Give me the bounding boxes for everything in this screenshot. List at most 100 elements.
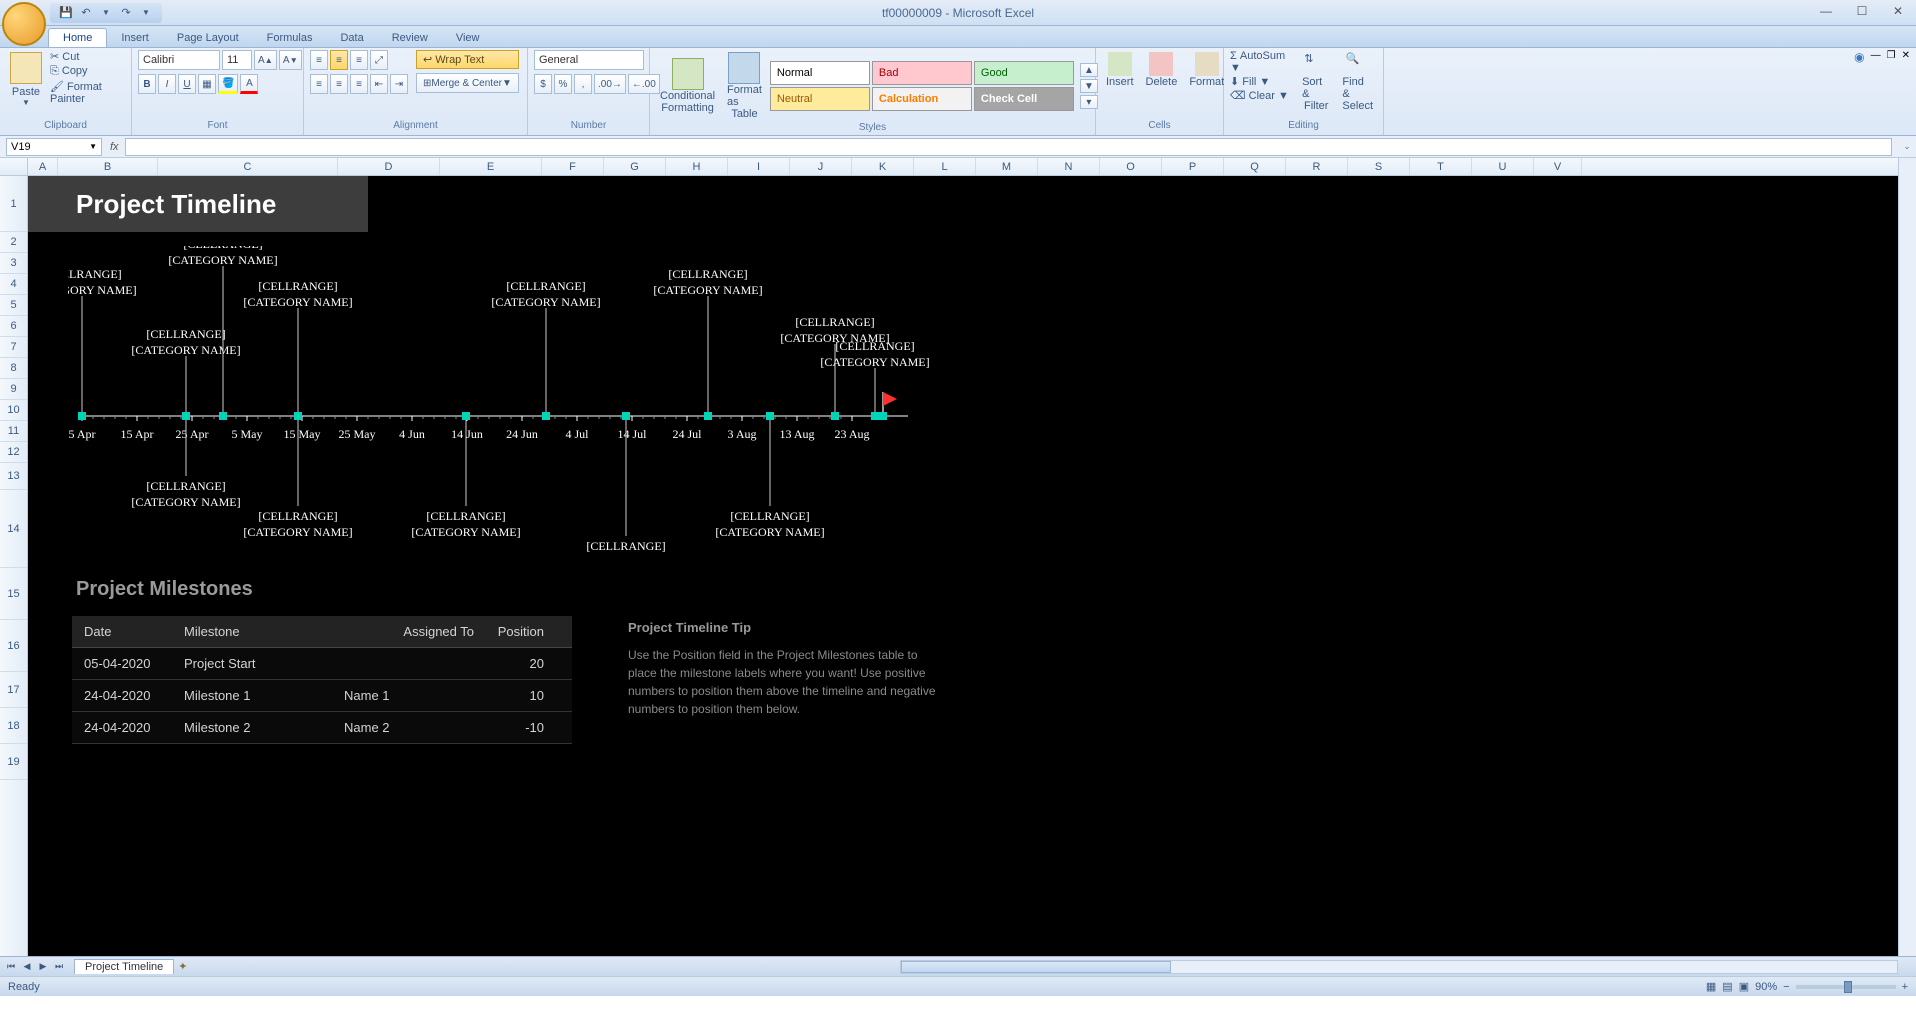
restore-window-icon[interactable]: ❐: [1887, 50, 1896, 64]
find-select-button[interactable]: 🔍Find &Select: [1338, 50, 1377, 114]
col-header-N[interactable]: N: [1038, 158, 1100, 175]
zoom-out-button[interactable]: −: [1783, 981, 1789, 993]
increase-decimal-button[interactable]: .00→: [594, 74, 626, 94]
col-header-U[interactable]: U: [1472, 158, 1534, 175]
col-header-G[interactable]: G: [604, 158, 666, 175]
tab-formulas[interactable]: Formulas: [253, 29, 327, 47]
row-header-13[interactable]: 13: [0, 463, 27, 490]
font-name-input[interactable]: [138, 50, 220, 70]
col-header-T[interactable]: T: [1410, 158, 1472, 175]
delete-cells-button[interactable]: Delete: [1142, 50, 1182, 90]
col-header-Q[interactable]: Q: [1224, 158, 1286, 175]
vertical-scrollbar[interactable]: [1898, 158, 1916, 958]
undo-dropdown-icon[interactable]: ▼: [98, 5, 114, 21]
col-header-A[interactable]: A: [28, 158, 58, 175]
expand-formula-bar-icon[interactable]: ⌄: [1898, 141, 1916, 152]
last-sheet-button[interactable]: ⏭: [52, 960, 66, 974]
col-header-O[interactable]: O: [1100, 158, 1162, 175]
col-header-S[interactable]: S: [1348, 158, 1410, 175]
style-good[interactable]: Good: [974, 61, 1074, 85]
style-neutral[interactable]: Neutral: [770, 87, 870, 111]
bold-button[interactable]: B: [138, 74, 156, 94]
col-header-R[interactable]: R: [1286, 158, 1348, 175]
office-button[interactable]: [2, 2, 46, 46]
row-header-19[interactable]: 19: [0, 744, 27, 780]
style-bad[interactable]: Bad: [872, 61, 972, 85]
increase-indent-button[interactable]: ⇥: [390, 74, 408, 94]
row-header-5[interactable]: 5: [0, 295, 27, 316]
row-header-2[interactable]: 2: [0, 232, 27, 253]
row-header-17[interactable]: 17: [0, 672, 27, 708]
col-header-K[interactable]: K: [852, 158, 914, 175]
col-header-M[interactable]: M: [976, 158, 1038, 175]
table-row[interactable]: 24-04-2020 Milestone 2 Name 2 -10: [72, 712, 572, 744]
italic-button[interactable]: I: [158, 74, 176, 94]
row-header-10[interactable]: 10: [0, 400, 27, 421]
row-header-3[interactable]: 3: [0, 253, 27, 274]
zoom-in-button[interactable]: +: [1902, 981, 1908, 993]
minimize-ribbon-icon[interactable]: —: [1871, 50, 1881, 64]
zoom-level[interactable]: 90%: [1755, 981, 1777, 993]
align-bottom-button[interactable]: ≡: [350, 50, 368, 70]
style-calculation[interactable]: Calculation: [872, 87, 972, 111]
decrease-font-button[interactable]: A▼: [279, 50, 302, 70]
row-header-4[interactable]: 4: [0, 274, 27, 295]
maximize-button[interactable]: ☐: [1848, 2, 1876, 20]
view-page-break-icon[interactable]: ▣: [1739, 980, 1749, 993]
fx-icon[interactable]: fx: [110, 141, 119, 153]
fill-color-button[interactable]: 🪣: [218, 74, 238, 94]
autosum-button[interactable]: Σ AutoSum ▼: [1230, 50, 1294, 74]
increase-font-button[interactable]: A▲: [254, 50, 277, 70]
font-color-button[interactable]: A: [240, 74, 258, 94]
table-row[interactable]: 24-04-2020 Milestone 1 Name 1 10: [72, 680, 572, 712]
help-icon[interactable]: ◉: [1854, 50, 1864, 64]
decrease-indent-button[interactable]: ⇤: [370, 74, 388, 94]
tab-insert[interactable]: Insert: [107, 29, 163, 47]
style-check-cell[interactable]: Check Cell: [974, 87, 1074, 111]
format-cells-button[interactable]: Format: [1185, 50, 1228, 90]
col-header-I[interactable]: I: [728, 158, 790, 175]
name-box[interactable]: V19▼: [6, 138, 102, 156]
row-header-14[interactable]: 14: [0, 490, 27, 568]
style-normal[interactable]: Normal: [770, 61, 870, 85]
new-sheet-icon[interactable]: ✦: [178, 960, 187, 973]
first-sheet-button[interactable]: ⏮: [4, 960, 18, 974]
close-workbook-icon[interactable]: ✕: [1902, 50, 1910, 64]
row-header-8[interactable]: 8: [0, 358, 27, 379]
col-header-F[interactable]: F: [542, 158, 604, 175]
sort-filter-button[interactable]: ⇅Sort &Filter: [1298, 50, 1334, 114]
comma-button[interactable]: ,: [574, 74, 592, 94]
row-header-11[interactable]: 11: [0, 421, 27, 442]
col-header-L[interactable]: L: [914, 158, 976, 175]
cut-button[interactable]: ✂ Cut: [50, 50, 125, 63]
cell-styles-gallery[interactable]: Normal Bad Good Neutral Calculation Chec…: [770, 61, 1074, 111]
row-header-15[interactable]: 15: [0, 568, 27, 620]
insert-cells-button[interactable]: Insert: [1102, 50, 1138, 90]
tab-page-layout[interactable]: Page Layout: [163, 29, 253, 47]
worksheet-grid[interactable]: 12345678910111213141516171819 Project Ti…: [0, 176, 1916, 956]
col-header-J[interactable]: J: [790, 158, 852, 175]
format-as-table-button[interactable]: Format as Table: [723, 50, 766, 122]
row-header-18[interactable]: 18: [0, 708, 27, 744]
orientation-button[interactable]: ⤢: [370, 50, 388, 70]
merge-center-button[interactable]: ⊞ Merge & Center ▼: [416, 73, 519, 93]
col-header-V[interactable]: V: [1534, 158, 1582, 175]
tab-data[interactable]: Data: [326, 29, 377, 47]
save-icon[interactable]: 💾: [58, 5, 74, 21]
conditional-formatting-button[interactable]: Conditional Formatting: [656, 56, 719, 116]
sheet-tab-project-timeline[interactable]: Project Timeline: [74, 959, 174, 974]
col-header-C[interactable]: C: [158, 158, 338, 175]
col-header-P[interactable]: P: [1162, 158, 1224, 175]
row-header-7[interactable]: 7: [0, 337, 27, 358]
col-header-E[interactable]: E: [440, 158, 542, 175]
format-painter-button[interactable]: 🖌 Format Painter: [50, 80, 125, 105]
row-header-9[interactable]: 9: [0, 379, 27, 400]
hscroll-thumb[interactable]: [901, 961, 1171, 973]
border-button[interactable]: ▦: [198, 74, 216, 94]
tab-review[interactable]: Review: [378, 29, 442, 47]
close-button[interactable]: ✕: [1884, 2, 1912, 20]
clear-button[interactable]: ⌫ Clear ▼: [1230, 89, 1294, 102]
prev-sheet-button[interactable]: ◀: [20, 960, 34, 974]
undo-icon[interactable]: ↶: [78, 5, 94, 21]
redo-icon[interactable]: ↷: [118, 5, 134, 21]
